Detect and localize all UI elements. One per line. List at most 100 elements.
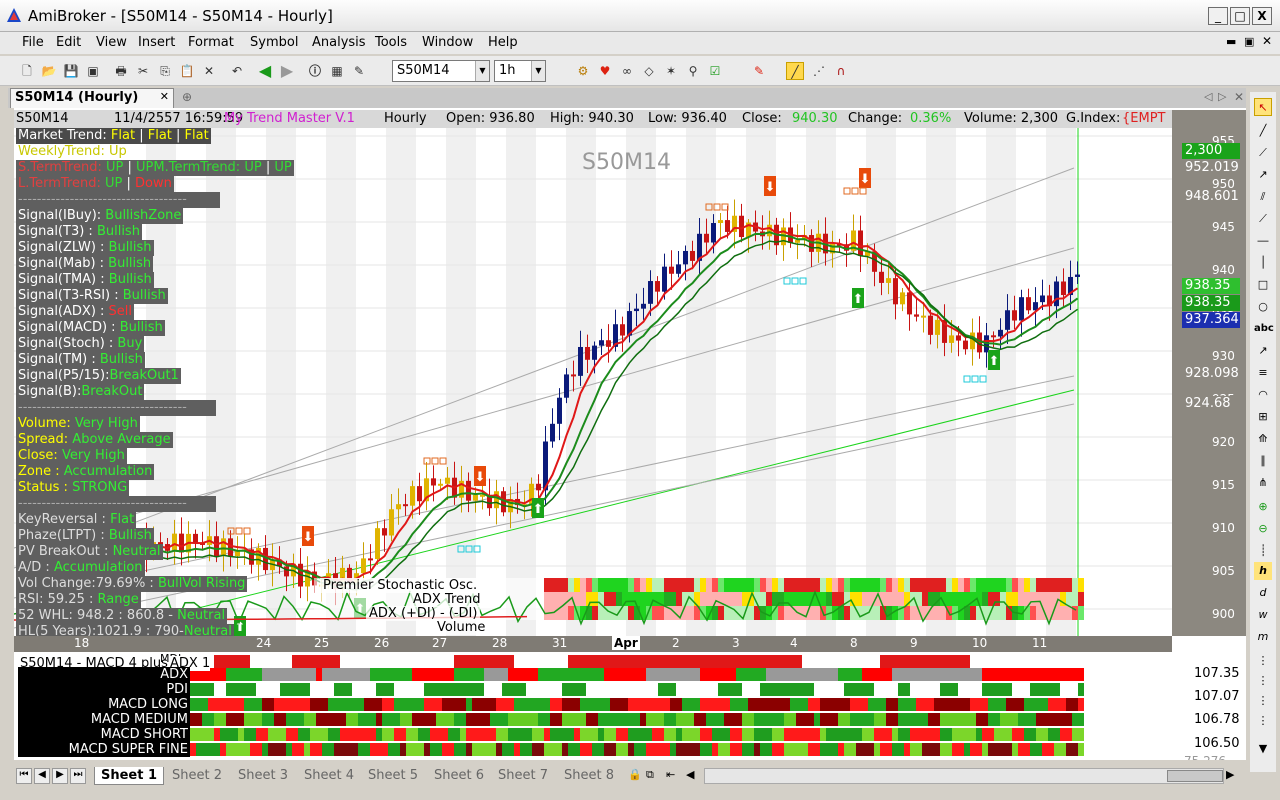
menu-file[interactable]: File	[22, 35, 44, 50]
menu-tools[interactable]: Tools	[375, 35, 407, 50]
tool-16-icon[interactable]: ⋮	[1254, 712, 1272, 730]
save-icon[interactable]: 💾	[62, 62, 80, 80]
sheet-tab-2[interactable]: Sheet 2	[166, 767, 228, 785]
filter-icon[interactable]: ⚲	[684, 62, 702, 80]
maximize-button[interactable]: □	[1230, 7, 1250, 25]
menu-analysis[interactable]: Analysis	[312, 35, 366, 50]
tag-icon[interactable]: ◇	[640, 62, 658, 80]
forward-arrow-icon[interactable]: ▶	[278, 62, 296, 80]
m-tool-icon[interactable]: m	[1254, 628, 1272, 646]
extended-line-icon[interactable]: ↗	[1254, 166, 1272, 184]
cursor-line-icon[interactable]: ┊	[1254, 542, 1272, 560]
sheet-tab-3[interactable]: Sheet 3	[232, 767, 294, 785]
minimize-button[interactable]: _	[1208, 7, 1228, 25]
step-back-icon[interactable]: ⇤	[666, 768, 675, 781]
gann-icon[interactable]: ⊞	[1254, 408, 1272, 426]
tab-close-icon[interactable]: ✕	[1234, 90, 1244, 104]
horizontal-scrollbar[interactable]	[704, 768, 1224, 784]
first-sheet-icon[interactable]: ⏮	[16, 768, 32, 784]
wand-icon[interactable]: ✶	[662, 62, 680, 80]
dotted-line-icon[interactable]: ⋰	[810, 62, 828, 80]
save-all-icon[interactable]: ▣	[84, 62, 102, 80]
zoom-in-icon[interactable]: ⊕	[1254, 498, 1272, 516]
back-arrow-icon[interactable]: ◀	[256, 62, 274, 80]
menu-insert[interactable]: Insert	[138, 35, 175, 50]
sheet-tab-7[interactable]: Sheet 7	[492, 767, 554, 785]
sheet-tab-4[interactable]: Sheet 4	[298, 767, 360, 785]
sheet-tab-6[interactable]: Sheet 6	[428, 767, 490, 785]
menu-view[interactable]: View	[96, 35, 127, 50]
chevron-down-icon[interactable]: ▼	[531, 61, 545, 81]
sheet-tab-8[interactable]: Sheet 8	[558, 767, 620, 785]
fan-icon[interactable]: ⟰	[1254, 430, 1272, 448]
tool-14-icon[interactable]: ⋮	[1254, 672, 1272, 690]
toolbar-scroll-down-icon[interactable]: ▼	[1254, 740, 1272, 758]
vertical-line-icon[interactable]: │	[1254, 254, 1272, 272]
sheet-tab-5[interactable]: Sheet 5	[362, 767, 424, 785]
channel-icon[interactable]: ⟋	[1254, 210, 1272, 228]
menu-edit[interactable]: Edit	[56, 35, 81, 50]
pointer-icon[interactable]: ↖	[1254, 98, 1272, 116]
line-icon[interactable]: ╱	[1254, 122, 1272, 140]
quote-editor-icon[interactable]: ✎	[350, 62, 368, 80]
fibonacci-icon[interactable]: ≡	[1254, 364, 1272, 382]
tool-13-icon[interactable]: ⋮	[1254, 652, 1272, 670]
check-icon[interactable]: ☑	[706, 62, 724, 80]
text-tool-icon[interactable]: abc	[1254, 320, 1274, 338]
menu-symbol[interactable]: Symbol	[250, 35, 298, 50]
heart-icon[interactable]: ♥	[596, 62, 614, 80]
ray-icon[interactable]: ⟋	[1254, 144, 1272, 162]
cut-icon[interactable]: ✂	[134, 62, 152, 80]
last-sheet-icon[interactable]: ⏭	[70, 768, 86, 784]
h-tool-icon[interactable]: h	[1254, 562, 1272, 580]
calendar-icon[interactable]: ▦	[328, 62, 346, 80]
line-tool-icon[interactable]: ╱	[786, 62, 804, 80]
next-sheet-icon[interactable]: ▶	[52, 768, 68, 784]
tab-scroll-right-icon[interactable]: ▷	[1218, 90, 1226, 103]
copy-icon[interactable]: ⎘	[156, 62, 174, 80]
delete-icon[interactable]: ✕	[200, 62, 218, 80]
w-tool-icon[interactable]: w	[1254, 606, 1272, 624]
prev-sheet-icon[interactable]: ◀	[34, 768, 50, 784]
rectangle-icon[interactable]: □	[1254, 276, 1272, 294]
pen-color-icon[interactable]: ✎	[750, 62, 768, 80]
cycles-icon[interactable]: ∥	[1254, 452, 1272, 470]
binoculars-icon[interactable]: ∞	[618, 62, 636, 80]
pitchfork-icon[interactable]: ⋔	[1254, 474, 1272, 492]
scroll-right-icon[interactable]: ▶	[1226, 768, 1234, 781]
ellipse-icon[interactable]: ○	[1254, 298, 1272, 316]
d-tool-icon[interactable]: d	[1254, 584, 1272, 602]
mdi-minimize-icon[interactable]: ▬	[1226, 35, 1236, 48]
lock-icon[interactable]: 🔒	[628, 768, 642, 781]
new-document-icon[interactable]: 🗋	[18, 62, 36, 80]
arrow-icon[interactable]: ↗	[1254, 342, 1272, 360]
tool-15-icon[interactable]: ⋮	[1254, 692, 1272, 710]
scrollbar-thumb[interactable]	[1167, 770, 1223, 782]
date-axis[interactable]	[14, 636, 1172, 652]
paste-icon[interactable]: 📋	[178, 62, 196, 80]
scroll-left-icon[interactable]: ◀	[686, 768, 694, 781]
open-folder-icon[interactable]: 📂	[40, 62, 58, 80]
horizontal-line-icon[interactable]: ―	[1254, 232, 1272, 250]
interval-combo[interactable]: 1h ▼	[494, 60, 546, 82]
arc-icon[interactable]: ◠	[1254, 386, 1272, 404]
undo-icon[interactable]: ↶	[228, 62, 246, 80]
close-icon[interactable]: ✕	[160, 90, 169, 103]
mdi-close-icon[interactable]: ✕	[1262, 34, 1272, 48]
new-tab-icon[interactable]: ⊕	[182, 90, 192, 104]
menu-help[interactable]: Help	[488, 35, 518, 50]
menu-window[interactable]: Window	[422, 35, 473, 50]
close-button[interactable]: X	[1252, 7, 1272, 25]
symbol-combo[interactable]: S50M14 ▼	[392, 60, 490, 82]
zoom-out-icon[interactable]: ⊖	[1254, 520, 1272, 538]
magnet-icon[interactable]: ∩	[832, 62, 850, 80]
gear-icon[interactable]: ⚙	[574, 62, 592, 80]
tab-scroll-left-icon[interactable]: ◁	[1204, 90, 1212, 103]
parallel-lines-icon[interactable]: ⫽	[1254, 188, 1272, 206]
sheet-tab-1[interactable]: Sheet 1	[94, 767, 165, 785]
chevron-down-icon[interactable]: ▼	[475, 61, 489, 81]
menu-format[interactable]: Format	[188, 35, 234, 50]
print-icon[interactable]: 🖶	[112, 62, 130, 80]
info-icon[interactable]: ⓘ	[306, 62, 324, 80]
tab-chart-window[interactable]: S50M14 (Hourly) ✕	[10, 88, 174, 108]
